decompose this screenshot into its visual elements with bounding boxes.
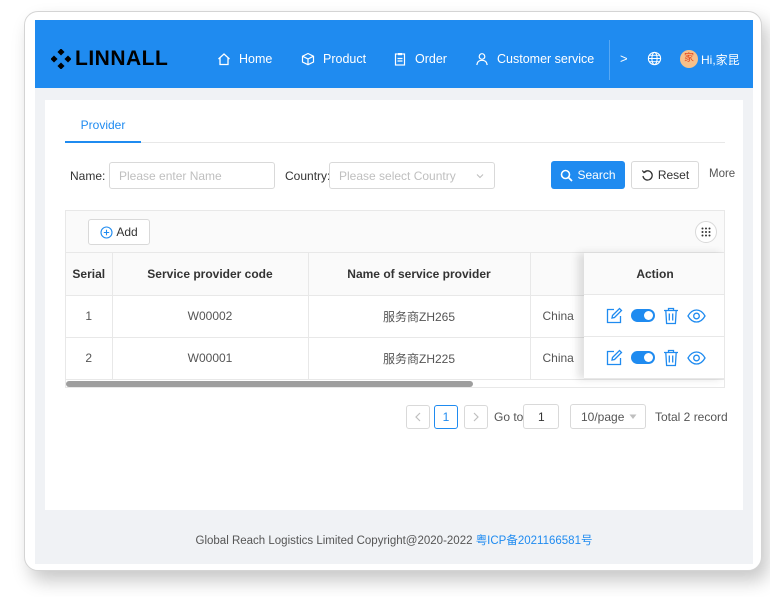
edit-icon[interactable]	[605, 307, 623, 325]
diamond-logo-icon	[51, 49, 71, 69]
action-row	[584, 295, 724, 337]
provider-table: Add Serial Service provider code Name of…	[65, 210, 725, 388]
status-toggle[interactable]	[630, 351, 655, 364]
nav-order[interactable]: Order	[393, 52, 447, 66]
cube-icon	[301, 52, 315, 66]
icp-link[interactable]: 粤ICP备2021166581号	[476, 535, 593, 547]
search-button[interactable]: Search	[551, 161, 625, 189]
active-tab-indicator	[65, 141, 141, 143]
tab-bar-divider	[65, 142, 725, 143]
column-settings-button[interactable]	[695, 221, 717, 243]
content-card: Provider Name: Please enter Name Country…	[45, 100, 743, 510]
cell-name: 服务商ZH225	[308, 337, 531, 380]
column-header-action: Action	[584, 253, 724, 295]
page-size-value: 10/page	[581, 410, 625, 424]
goto-label: Go to	[494, 410, 524, 424]
action-row	[584, 337, 724, 379]
name-label: Name:	[70, 169, 106, 183]
add-button[interactable]: Add	[88, 219, 150, 245]
country-label: Country:	[285, 169, 331, 183]
search-icon	[561, 169, 574, 182]
page-viewport: LINNALL Home Product Order Customer serv…	[35, 20, 753, 564]
reset-button[interactable]: Reset	[631, 161, 699, 189]
page-number-button[interactable]: 1	[434, 405, 458, 429]
column-header-serial[interactable]: Serial	[66, 253, 113, 296]
tab-provider[interactable]: Provider	[65, 118, 141, 132]
user-menu[interactable]: 家 Hi,家昆	[680, 50, 740, 68]
cell-serial: 2	[66, 337, 113, 380]
home-icon	[218, 53, 230, 66]
cell-code: W00002	[112, 295, 309, 338]
country-placeholder: Please select Country	[339, 169, 456, 183]
goto-page-input[interactable]: 1	[523, 404, 559, 429]
chevron-down-icon	[476, 174, 484, 179]
browser-window: LINNALL Home Product Order Customer serv…	[24, 11, 762, 571]
brand-logo[interactable]: LINNALL	[51, 47, 169, 70]
nav-customer-service-label: Customer service	[497, 52, 595, 66]
nav-divider	[609, 40, 610, 80]
next-page-button[interactable]	[464, 405, 488, 429]
edit-icon[interactable]	[605, 349, 623, 367]
nav-home[interactable]: Home	[217, 52, 272, 66]
reset-button-label: Reset	[657, 168, 690, 182]
status-toggle[interactable]	[630, 309, 655, 322]
grid-dots-icon	[701, 227, 711, 237]
page-size-select[interactable]: 10/page	[570, 404, 646, 429]
globe-icon[interactable]	[647, 51, 662, 69]
reset-icon	[641, 169, 653, 181]
nav-product[interactable]: Product	[301, 52, 366, 66]
chevron-right-icon	[473, 412, 479, 422]
name-input[interactable]: Please enter Name	[109, 162, 275, 189]
delete-icon[interactable]	[663, 349, 679, 367]
search-button-label: Search	[577, 168, 616, 182]
fixed-action-column: Action	[584, 253, 724, 379]
prev-page-button[interactable]	[406, 405, 430, 429]
view-eye-icon[interactable]	[686, 350, 706, 365]
cell-serial: 1	[66, 295, 113, 338]
cell-name: 服务商ZH265	[308, 295, 531, 338]
chevron-left-icon	[415, 412, 421, 422]
avatar: 家	[680, 50, 698, 68]
country-select[interactable]: Please select Country	[329, 162, 495, 189]
brand-name: LINNALL	[75, 47, 169, 70]
clipboard-icon	[394, 53, 406, 66]
nav-product-label: Product	[323, 52, 367, 66]
nav-customer-service[interactable]: Customer service	[475, 52, 594, 66]
total-records: Total 2 record	[655, 410, 728, 424]
user-greeting: Hi,家昆	[701, 52, 740, 67]
plus-circle-icon	[100, 225, 113, 239]
view-eye-icon[interactable]	[686, 308, 706, 323]
top-navbar: LINNALL Home Product Order Customer serv…	[35, 20, 753, 88]
caret-down-icon	[629, 414, 637, 419]
user-icon	[476, 53, 488, 66]
horizontal-scrollbar[interactable]	[66, 381, 473, 387]
table-toolbar: Add	[66, 211, 724, 253]
nav-more-arrow[interactable]: >	[620, 51, 628, 66]
delete-icon[interactable]	[663, 307, 679, 325]
copyright-text: Global Reach Logistics Limited Copyright…	[195, 535, 476, 547]
nav-home-label: Home	[239, 52, 273, 66]
column-header-name[interactable]: Name of service provider	[308, 253, 531, 296]
cell-code: W00001	[112, 337, 309, 380]
footer: Global Reach Logistics Limited Copyright…	[35, 532, 753, 548]
nav-order-label: Order	[415, 52, 447, 66]
column-header-code[interactable]: Service provider code	[112, 253, 309, 296]
more-filters-link[interactable]: More	[709, 168, 735, 180]
add-button-label: Add	[116, 225, 138, 239]
